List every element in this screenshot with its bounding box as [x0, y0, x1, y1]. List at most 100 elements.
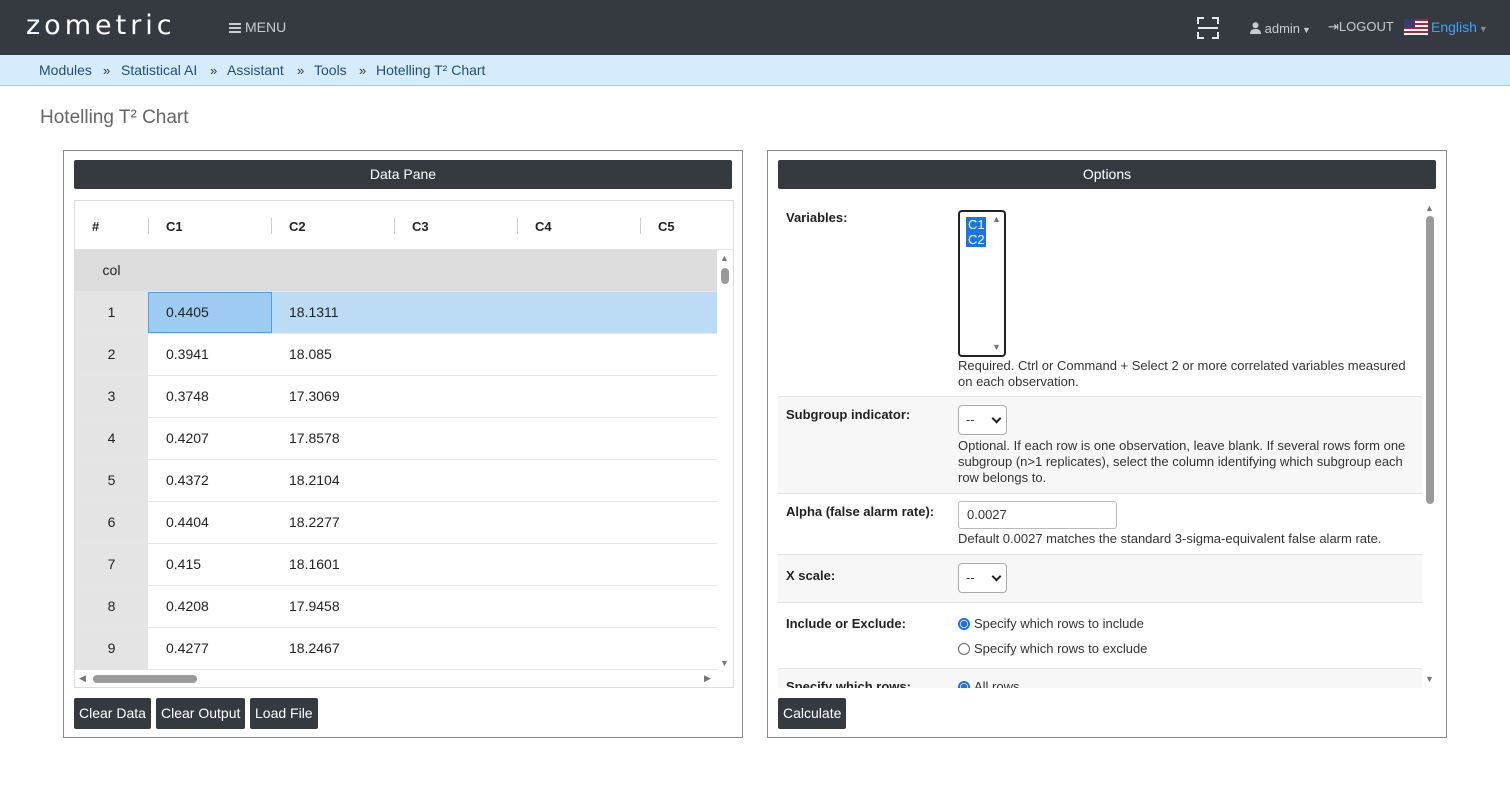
cell-c1[interactable]: 0.4207: [166, 418, 209, 459]
row-number: 7: [75, 544, 148, 585]
cell-c2[interactable]: 17.9458: [289, 586, 340, 627]
cell-c1[interactable]: 0.3941: [166, 334, 209, 375]
chevron-down-icon: [991, 571, 1002, 582]
cell-c2[interactable]: 17.3069: [289, 376, 340, 417]
cell-c1[interactable]: 0.4277: [166, 628, 209, 669]
cell-c2[interactable]: 18.1601: [289, 544, 340, 585]
variables-row: Variables: C1 C2 ▲ ▼ Required. Ctrl or C…: [778, 200, 1422, 397]
cell-c1[interactable]: 0.4372: [166, 460, 209, 501]
table-row[interactable]: 8 0.4208 17.9458: [75, 586, 717, 628]
logo[interactable]: zometric: [26, 10, 176, 41]
breadcrumb-assistant[interactable]: Assistant: [227, 62, 284, 78]
table-row[interactable]: 5 0.4372 18.2104: [75, 460, 717, 502]
column-header-c5[interactable]: C5: [658, 219, 675, 234]
grid-horizontal-scrollbar[interactable]: ◀ ▶: [75, 671, 733, 687]
table-row[interactable]: 1 0.4405 18.1311: [75, 292, 717, 334]
column-header-c1[interactable]: C1: [166, 219, 183, 234]
specify-rows-row: Specify which rows: All rows: [778, 669, 1422, 688]
caret-down-icon: ▼: [1302, 25, 1311, 35]
options-form: Variables: C1 C2 ▲ ▼ Required. Ctrl or C…: [778, 200, 1438, 688]
cell-c1[interactable]: 0.4208: [166, 586, 209, 627]
table-row[interactable]: 6 0.4404 18.2277: [75, 502, 717, 544]
cell-c1[interactable]: 0.3748: [166, 376, 209, 417]
clear-output-button[interactable]: Clear Output: [156, 698, 246, 729]
cell-c2[interactable]: 18.1311: [289, 292, 339, 333]
clear-data-button[interactable]: Clear Data: [74, 698, 151, 729]
breadcrumb-modules[interactable]: Modules: [39, 62, 92, 78]
user-menu[interactable]: admin ▼: [1250, 21, 1311, 36]
all-rows-radio[interactable]: All rows: [958, 679, 1020, 688]
variable-option-c1[interactable]: C1: [966, 217, 986, 232]
scroll-up-icon[interactable]: ▲: [1425, 203, 1434, 213]
breadcrumb-separator: »: [103, 63, 111, 78]
grid-vertical-scrollbar[interactable]: ▲ ▼: [717, 250, 733, 672]
cell-c2[interactable]: 18.085: [289, 334, 332, 375]
scrollbar-thumb[interactable]: [93, 675, 197, 683]
scroll-up-icon[interactable]: ▲: [992, 214, 1001, 224]
load-file-button[interactable]: Load File: [250, 698, 318, 729]
language-selector[interactable]: English ▼: [1404, 19, 1488, 35]
table-row[interactable]: 4 0.4207 17.8578: [75, 418, 717, 460]
radio-checked-icon: [958, 681, 970, 688]
table-row[interactable]: 7 0.415 18.1601: [75, 544, 717, 586]
radio-unchecked-icon: [958, 643, 970, 655]
breadcrumb-separator: »: [297, 63, 305, 78]
scroll-down-icon[interactable]: ▼: [720, 658, 729, 668]
cell-c1[interactable]: 0.4404: [166, 502, 209, 543]
row-number: 8: [75, 586, 148, 627]
cell-c1[interactable]: 0.415: [166, 544, 201, 585]
caret-down-icon: ▼: [1478, 24, 1488, 34]
breadcrumb-separator: »: [359, 63, 367, 78]
user-label: admin: [1264, 21, 1301, 36]
scroll-right-icon[interactable]: ▶: [704, 673, 711, 684]
data-pane-title: Data Pane: [74, 160, 732, 189]
table-row[interactable]: 9 0.4277 18.2467: [75, 628, 717, 670]
options-scrollbar[interactable]: ▲ ▼: [1422, 200, 1438, 688]
logout-link[interactable]: ⇥LOGOUT: [1328, 19, 1394, 35]
scroll-down-icon[interactable]: ▼: [1425, 674, 1434, 684]
include-radio[interactable]: Specify which rows to include: [958, 616, 1144, 631]
breadcrumb-statistical-ai[interactable]: Statistical AI: [121, 62, 197, 78]
breadcrumb: Modules » Statistical AI » Assistant » T…: [0, 55, 1510, 86]
scroll-up-icon[interactable]: ▲: [720, 253, 729, 263]
scroll-down-icon[interactable]: ▼: [992, 342, 1001, 352]
xscale-value: --: [966, 570, 975, 585]
alpha-input[interactable]: 0.0027: [958, 501, 1117, 529]
radio-checked-icon: [958, 618, 970, 630]
alpha-row: Alpha (false alarm rate): 0.0027 Default…: [778, 494, 1422, 555]
column-header-c3[interactable]: C3: [412, 219, 429, 234]
cell-c2[interactable]: 18.2104: [289, 460, 340, 501]
scan-icon[interactable]: [1197, 17, 1219, 39]
breadcrumb-separator: »: [210, 63, 218, 78]
exclude-radio[interactable]: Specify which rows to exclude: [958, 641, 1147, 656]
scrollbar-thumb[interactable]: [721, 268, 729, 284]
menu-button[interactable]: MENU: [229, 19, 286, 35]
row-number: 9: [75, 628, 148, 669]
scroll-left-icon[interactable]: ◀: [79, 673, 86, 684]
variables-listbox[interactable]: C1 C2 ▲ ▼: [958, 210, 1006, 357]
subgroup-select[interactable]: --: [958, 405, 1007, 435]
column-header-c2[interactable]: C2: [289, 219, 306, 234]
specify-rows-label: Specify which rows:: [786, 679, 911, 688]
table-row[interactable]: 2 0.3941 18.085: [75, 334, 717, 376]
column-divider: [640, 218, 641, 234]
chevron-down-icon: [991, 413, 1002, 424]
calculate-button[interactable]: Calculate: [778, 698, 847, 729]
cell-c2[interactable]: 18.2277: [289, 502, 340, 543]
page-title: Hotelling T² Chart: [40, 107, 189, 128]
variables-label: Variables:: [786, 210, 848, 225]
xscale-select[interactable]: --: [958, 563, 1007, 593]
table-row[interactable]: 3 0.3748 17.3069: [75, 376, 717, 418]
logout-icon: ⇥: [1328, 19, 1339, 34]
scrollbar-thumb[interactable]: [1426, 216, 1434, 504]
include-radio-label: Specify which rows to include: [974, 616, 1144, 631]
variable-option-c2[interactable]: C2: [966, 232, 986, 247]
column-header-c4[interactable]: C4: [535, 219, 552, 234]
cell-c1[interactable]: 0.4405: [166, 292, 209, 333]
menu-icon: [229, 23, 241, 33]
breadcrumb-tools[interactable]: Tools: [314, 62, 347, 78]
data-grid[interactable]: # C1 C2 C3 C4 C5 col 1 0.4405 18.1311 2 …: [74, 200, 734, 688]
cell-c2[interactable]: 17.8578: [289, 418, 340, 459]
cell-c2[interactable]: 18.2467: [289, 628, 340, 669]
language-label: English: [1431, 19, 1477, 35]
